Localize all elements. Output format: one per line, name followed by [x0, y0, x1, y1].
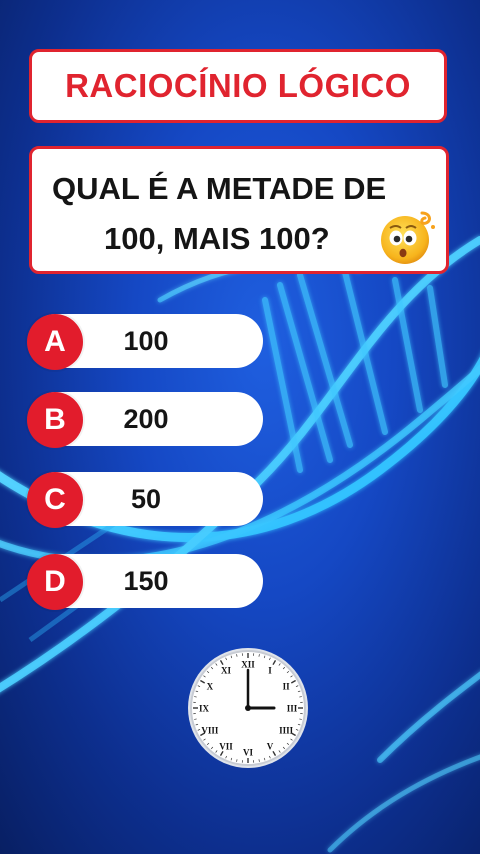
clock-numeral: IIII	[279, 726, 294, 736]
option-letter-badge: A	[27, 314, 83, 370]
clock-numeral: XI	[221, 665, 231, 675]
option-letter-badge: B	[27, 392, 83, 448]
question-text-line2: 100, MAIS 100?	[104, 221, 330, 256]
clock-numeral: I	[268, 665, 272, 675]
answer-option-a[interactable]: A 100	[27, 314, 263, 370]
option-letter-badge: D	[27, 554, 83, 610]
clock-numeral: V	[267, 742, 274, 752]
clock-numeral: IX	[199, 704, 210, 714]
answer-option-c[interactable]: C 50	[27, 472, 263, 528]
confused-face-icon	[381, 211, 435, 264]
clock-icon: XIIIIIIIIIIIIVVIVIIVIIIIXXXI	[188, 648, 308, 768]
option-value: 200	[123, 403, 169, 434]
clock-numeral: VI	[243, 748, 253, 758]
answer-option-b[interactable]: B 200	[27, 392, 263, 448]
clock-numeral: X	[207, 682, 214, 692]
question-text-line1: QUAL É A METADE DE	[52, 171, 387, 206]
option-value: 100	[123, 325, 169, 356]
answer-option-d[interactable]: D 150	[27, 554, 263, 610]
clock-numeral: VII	[219, 742, 233, 752]
clock-numeral: III	[287, 704, 298, 714]
clock-numeral: II	[283, 682, 291, 692]
page-title: RACIOCÍNIO LÓGICO	[65, 67, 411, 104]
option-value: 50	[130, 483, 162, 514]
option-letter-badge: C	[27, 472, 83, 528]
title-banner: RACIOCÍNIO LÓGICO	[29, 49, 447, 123]
question-card: QUAL É A METADE DE 100, MAIS 100?	[29, 146, 449, 274]
clock-numeral: XII	[241, 660, 255, 670]
option-value: 150	[123, 565, 169, 596]
